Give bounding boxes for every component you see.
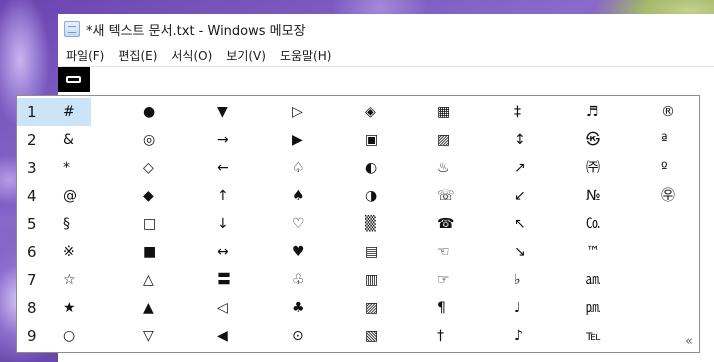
- candidate-symbol[interactable]: ™: [586, 238, 626, 266]
- candidate-symbol[interactable]: ◐: [365, 154, 405, 182]
- candidate-symbol[interactable]: ☆: [63, 266, 103, 294]
- candidate-row: 6 ※ ■ ↔ ♥ ▤ ☜ ↘ ™: [17, 238, 699, 266]
- candidate-row: 9 ○ ▽ ◀ ⊙ ▧ † ♪ ℡: [17, 322, 699, 350]
- candidate-row: 3 * ◇ ← ♤ ◐ ♨ ↗ ㈜ º: [17, 154, 699, 182]
- candidate-symbol[interactable]: ◀: [217, 322, 257, 350]
- candidate-symbol[interactable]: ▧: [365, 322, 405, 350]
- candidate-symbol[interactable]: ◇: [143, 154, 183, 182]
- ime-symbol-candidate-window: 9 ○ ▽ ◀ ⊙ ▧ † ♪ ℡ 8 ★ ▲ ◁ ♣ ▨ ¶ ♩ ㏘ 7 ☆ △ 〓 ♧ ▥ ☞ ♭ ㏂ 6 ※ ■ ↔ ♥ ▤ ☜ ↘ ™ 5 § □ ↓…: [16, 95, 700, 353]
- candidate-symbol[interactable]: ♤: [292, 154, 332, 182]
- candidate-row: 2 & ◎ → ▶ ▣ ▨ ↕ ㉿ ª: [17, 126, 699, 154]
- candidate-symbol[interactable]: ↓: [217, 210, 257, 238]
- candidate-row: 4 @ ◆ ↑ ♠ ◑ ☏ ↙ № ㉾: [17, 182, 699, 210]
- candidate-symbol[interactable]: ※: [63, 238, 103, 266]
- candidate-symbol[interactable]: ▥: [365, 266, 405, 294]
- candidate-symbol[interactable]: ↑: [217, 182, 257, 210]
- candidate-symbol[interactable]: ♥: [292, 238, 332, 266]
- menu-edit[interactable]: 편집(E): [112, 45, 163, 66]
- candidate-symbol[interactable]: ®: [661, 98, 701, 126]
- candidate-symbol[interactable]: ●: [143, 98, 183, 126]
- candidate-symbol[interactable]: ª: [661, 126, 701, 154]
- candidate-symbol[interactable]: →: [217, 126, 257, 154]
- candidate-symbol[interactable]: *: [63, 154, 103, 182]
- candidate-symbol[interactable]: ☜: [437, 238, 477, 266]
- candidate-symbol[interactable]: ◁: [217, 294, 257, 322]
- candidate-row: 5 § □ ↓ ♡ ▒ ☎ ↖ ㏇: [17, 210, 699, 238]
- candidate-symbol[interactable]: ♪: [514, 322, 554, 350]
- candidate-symbol[interactable]: ↗: [514, 154, 554, 182]
- title-bar[interactable]: *새 텍스트 문서.txt - Windows 메모장: [58, 14, 714, 44]
- ime-composition-cursor: [58, 67, 90, 92]
- candidate-symbol[interactable]: ▽: [143, 322, 183, 350]
- candidate-symbol[interactable]: ♨: [437, 154, 477, 182]
- candidate-row: 7 ☆ △ 〓 ♧ ▥ ☞ ♭ ㏂: [17, 266, 699, 294]
- candidate-symbol[interactable]: ○: [63, 322, 103, 350]
- candidate-symbol[interactable]: ←: [217, 154, 257, 182]
- candidate-symbol[interactable]: §: [63, 210, 103, 238]
- candidate-symbol[interactable]: ▒: [365, 210, 405, 238]
- candidate-symbol[interactable]: ‡: [514, 98, 554, 126]
- candidate-symbol[interactable]: □: [143, 210, 183, 238]
- candidate-symbol[interactable]: №: [586, 182, 626, 210]
- candidate-symbol[interactable]: ♬: [586, 98, 626, 126]
- menu-view[interactable]: 보기(V): [220, 45, 272, 66]
- candidate-row: 1 # ● ▼ ▷ ◈ ▦ ‡ ♬ ®: [17, 98, 699, 126]
- candidate-symbol[interactable]: ◎: [143, 126, 183, 154]
- candidate-symbol[interactable]: ☏: [437, 182, 477, 210]
- candidate-symbol[interactable]: ▶: [292, 126, 332, 154]
- menu-bar: 파일(F) 편집(E) 서식(O) 보기(V) 도움말(H): [58, 44, 714, 66]
- candidate-symbol[interactable]: ♩: [514, 294, 554, 322]
- candidate-symbol[interactable]: ■: [143, 238, 183, 266]
- window-title: *새 텍스트 문서.txt - Windows 메모장: [86, 23, 306, 39]
- candidate-symbol[interactable]: ⊙: [292, 322, 332, 350]
- candidate-symbol[interactable]: ℡: [586, 322, 626, 350]
- candidate-symbol[interactable]: ☎: [437, 210, 477, 238]
- candidate-symbol[interactable]: @: [63, 182, 103, 210]
- candidate-row: 8 ★ ▲ ◁ ♣ ▨ ¶ ♩ ㏘: [17, 294, 699, 322]
- menu-format[interactable]: 서식(O): [165, 45, 218, 66]
- candidate-symbol[interactable]: ▤: [365, 238, 405, 266]
- candidate-symbol[interactable]: ¶: [437, 294, 477, 322]
- candidate-symbol[interactable]: ☞: [437, 266, 477, 294]
- candidate-symbol[interactable]: ♡: [292, 210, 332, 238]
- candidate-symbol[interactable]: ◑: [365, 182, 405, 210]
- candidate-symbol[interactable]: ㉿: [586, 126, 626, 154]
- candidate-symbol[interactable]: ◆: [143, 182, 183, 210]
- candidate-symbol[interactable]: ♭: [514, 266, 554, 294]
- candidate-symbol[interactable]: ㉾: [661, 182, 701, 210]
- candidate-symbol[interactable]: ↙: [514, 182, 554, 210]
- candidate-symbol[interactable]: 〓: [217, 266, 257, 294]
- candidate-symbol[interactable]: ▣: [365, 126, 405, 154]
- candidate-symbol[interactable]: ↕: [514, 126, 554, 154]
- candidate-symbol[interactable]: ▨: [437, 126, 477, 154]
- expand-candidates-button[interactable]: «: [681, 334, 697, 350]
- candidate-symbol[interactable]: △: [143, 266, 183, 294]
- candidate-symbol[interactable]: ▲: [143, 294, 183, 322]
- candidate-symbol[interactable]: ㏘: [586, 294, 626, 322]
- menu-file[interactable]: 파일(F): [60, 45, 110, 66]
- candidate-symbol[interactable]: #: [63, 98, 103, 126]
- candidate-symbol[interactable]: ↖: [514, 210, 554, 238]
- candidate-symbol[interactable]: &: [63, 126, 103, 154]
- candidate-symbol[interactable]: ▷: [292, 98, 332, 126]
- candidate-symbol[interactable]: ▼: [217, 98, 257, 126]
- candidate-symbol[interactable]: ㏇: [586, 210, 626, 238]
- candidate-symbol[interactable]: ♠: [292, 182, 332, 210]
- candidate-symbol[interactable]: ↔: [217, 238, 257, 266]
- candidate-symbol[interactable]: ㏂: [586, 266, 626, 294]
- candidate-symbol[interactable]: ♣: [292, 294, 332, 322]
- candidate-symbol[interactable]: º: [661, 154, 701, 182]
- candidate-symbol[interactable]: ▦: [437, 98, 477, 126]
- candidate-symbol[interactable]: ♧: [292, 266, 332, 294]
- menu-help[interactable]: 도움말(H): [274, 45, 338, 66]
- candidate-symbol[interactable]: †: [437, 322, 477, 350]
- candidate-symbol[interactable]: ▨: [365, 294, 405, 322]
- candidate-symbol[interactable]: ◈: [365, 98, 405, 126]
- candidate-symbol[interactable]: ㈜: [586, 154, 626, 182]
- notepad-icon: [64, 21, 80, 37]
- candidate-symbol[interactable]: ★: [63, 294, 103, 322]
- candidate-symbol[interactable]: ↘: [514, 238, 554, 266]
